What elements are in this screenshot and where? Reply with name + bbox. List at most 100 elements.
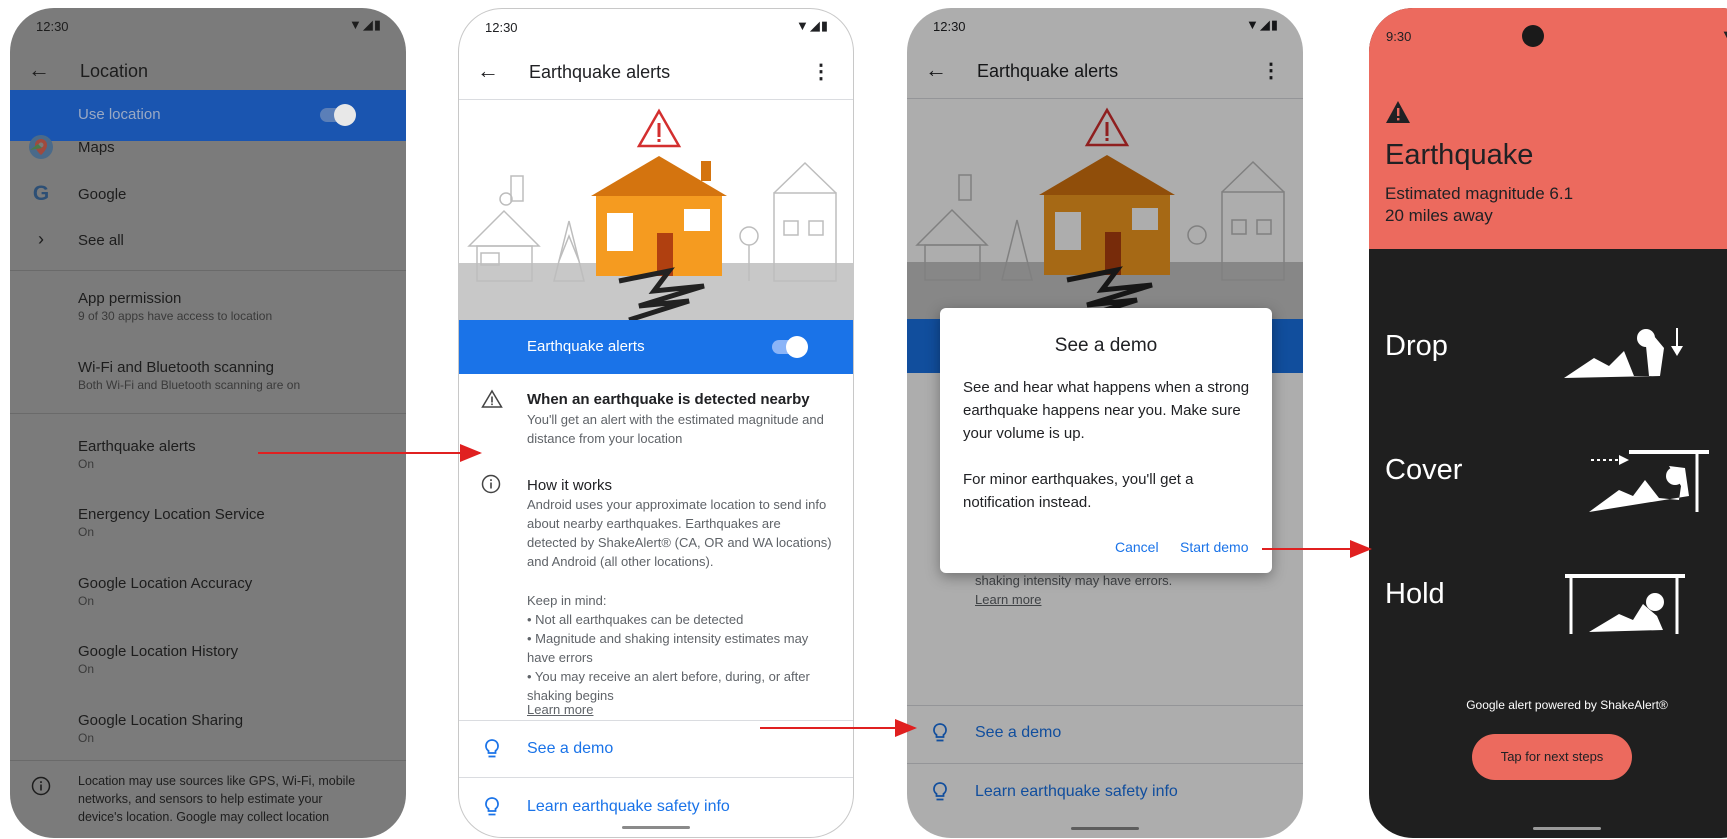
keep-in-mind: Keep in mind: [527, 593, 607, 608]
list-item-title: Earthquake alerts [78, 438, 196, 455]
flow-arrow [258, 444, 482, 462]
use-location-toggle[interactable] [320, 104, 356, 126]
use-location-label: Use location [78, 106, 161, 123]
bullet-item: • Magnitude and shaking intensity estima… [527, 631, 809, 665]
phone-earthquake-alerts: 12:30 ▼◢▮ ← Earthquake alerts ⋮ Earthqua… [458, 8, 854, 838]
next-steps-button[interactable]: Tap for next steps [1472, 734, 1632, 780]
back-arrow-icon[interactable]: ← [28, 57, 50, 83]
chevron-right-icon: › [38, 229, 44, 249]
page-title: Location [80, 61, 149, 81]
info-icon [481, 474, 503, 496]
see-demo-dialog: See a demo See and hear what happens whe… [940, 308, 1272, 573]
gesture-nav-bar[interactable] [1533, 827, 1601, 830]
info-icon [28, 776, 54, 802]
warning-icon [1385, 100, 1411, 129]
list-item-title: Google Location Sharing [78, 712, 244, 729]
divider [459, 777, 853, 778]
how-it-works: How it works Android uses your approxima… [459, 467, 853, 719]
list-item-title: Wi-Fi and Bluetooth scanning [78, 359, 274, 376]
earthquake-alerts-toggle[interactable] [772, 336, 808, 358]
list-item-subtitle: 9 of 30 apps have access to location [78, 309, 273, 323]
list-item-see-all[interactable]: › See all [10, 220, 406, 266]
flow-arrow [1262, 540, 1372, 558]
cover-pose-icon [1589, 446, 1709, 521]
start-demo-button[interactable]: Start demo [1180, 539, 1248, 555]
alert-distance: 20 miles away [1385, 206, 1493, 225]
powered-by-text: Google alert powered by ShakeAlert® [1466, 698, 1668, 712]
list-item-title: Energency Location Service [78, 506, 265, 523]
step-cover: Cover [1385, 454, 1463, 486]
detected-heading: When an earthquake is detected nearby [527, 391, 810, 408]
detected-info: When an earthquake is detected nearby Yo… [459, 384, 853, 446]
list-item-label: Google [78, 186, 127, 203]
status-time: 9:30 [1386, 29, 1412, 44]
list-item-title: App permission [78, 290, 182, 307]
status-time: 12:30 [36, 19, 69, 34]
list-item-location-accuracy[interactable]: Google Location Accuracy On [10, 561, 406, 621]
list-item-subtitle: On [78, 594, 95, 608]
flow-arrow [760, 719, 917, 737]
step-hold: Hold [1385, 578, 1445, 610]
divider [10, 760, 406, 761]
see-demo-label: See a demo [527, 740, 614, 757]
more-vert-icon[interactable]: ⋮ [811, 59, 831, 84]
toggle-label: Earthquake alerts [527, 338, 645, 355]
list-item-emergency-location[interactable]: Energency Location Service On [10, 492, 406, 552]
earthquake-alerts-toggle-row[interactable]: Earthquake alerts [459, 320, 853, 374]
warning-icon [481, 389, 503, 411]
google-icon: G [32, 182, 50, 205]
learn-more-link[interactable]: Learn more [527, 700, 833, 718]
how-heading: How it works [527, 477, 613, 494]
status-icons: ▼◢▮ [1721, 27, 1727, 43]
see-demo-row[interactable]: See a demo [459, 721, 853, 777]
list-item-maps[interactable]: Maps [10, 128, 406, 174]
alert-header: 9:30 ▼◢▮ Earthquake Estimated magnitude … [1369, 8, 1727, 249]
list-item-earthquake-alerts[interactable]: Earthquake alerts On [10, 424, 406, 484]
dialog-body: See and hear what happens when a strong … [963, 379, 1250, 442]
learn-more-row: Learn more [459, 700, 853, 718]
list-item-title: Google Location History [78, 643, 239, 660]
back-arrow-icon[interactable]: ← [477, 58, 499, 84]
dialog-body: For minor earthquakes, you'll get a noti… [963, 471, 1194, 511]
detected-body: You'll get an alert with the estimated m… [527, 412, 824, 446]
location-footer: Location may use sources like GPS, Wi-Fi… [10, 770, 406, 838]
gesture-nav-bar[interactable] [622, 826, 690, 829]
footer-line: device's location. Google may collect lo… [78, 810, 330, 824]
list-item-title: Google Location Accuracy [78, 575, 253, 592]
divider [459, 99, 853, 100]
drop-pose-icon [1564, 326, 1684, 386]
lightbulb-icon [483, 738, 501, 760]
list-item-location-history[interactable]: Google Location History On [10, 629, 406, 689]
divider [10, 270, 406, 271]
alert-heading: Earthquake [1385, 139, 1534, 171]
maps-icon [28, 134, 54, 160]
status-icons: ▼◢▮ [795, 18, 829, 33]
list-item-subtitle: On [78, 457, 95, 471]
footer-line: networks, and sensors to help estimate y… [78, 792, 323, 806]
list-item-wifi-bt-scanning[interactable]: Wi-Fi and Bluetooth scanning Both Wi-Fi … [10, 346, 406, 406]
phone-earthquake-alert-screen: 9:30 ▼◢▮ Earthquake Estimated magnitude … [1369, 8, 1727, 838]
alert-magnitude: Estimated magnitude 6.1 [1385, 184, 1574, 203]
app-bar: ← Earthquake alerts ⋮ [459, 45, 853, 101]
list-item-subtitle: On [78, 525, 95, 539]
list-item-google[interactable]: G Google [10, 174, 406, 220]
phone-demo-dialog: 12:30 ▼◢▮ ← Earthquake alerts ⋮ shaking … [907, 8, 1303, 838]
list-item-location-sharing[interactable]: Google Location Sharing On [10, 698, 406, 758]
page-title: Earthquake alerts [529, 62, 671, 82]
hero-illustration [459, 101, 853, 320]
footer-line: Location may use sources like GPS, Wi-Fi… [78, 774, 356, 788]
status-bar: 12:30 ▼◢▮ [459, 9, 853, 45]
bullet-item: • Not all earthquakes can be detected [527, 612, 744, 627]
cancel-button[interactable]: Cancel [1115, 539, 1159, 555]
list-item-subtitle: On [78, 731, 95, 745]
hold-pose-icon [1563, 568, 1687, 643]
safety-info-label: Learn earthquake safety info [527, 798, 730, 815]
status-bar: 12:30 ▼◢▮ [10, 8, 406, 44]
list-item-app-permission[interactable]: App permission 9 of 30 apps have access … [10, 276, 406, 336]
lightbulb-icon [483, 796, 501, 818]
dialog-title: See a demo [1054, 335, 1158, 356]
list-item-label: See all [78, 232, 124, 249]
list-item-label: Maps [78, 139, 115, 156]
camera-cutout [1522, 25, 1544, 47]
list-item-subtitle: Both Wi-Fi and Bluetooth scanning are on [78, 378, 301, 392]
